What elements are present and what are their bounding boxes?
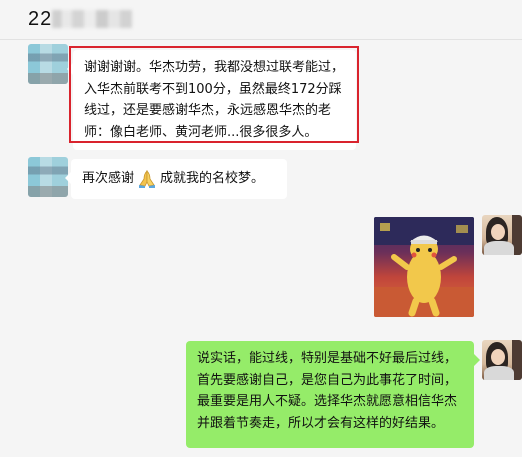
message-text-before: 再次感谢	[82, 171, 135, 186]
praying-hands-icon	[136, 169, 158, 189]
pikachu-sticker-image	[374, 217, 474, 317]
chat-title: 22	[28, 8, 53, 30]
contact-avatar[interactable]	[28, 44, 68, 84]
message-bubble[interactable]: 再次感谢 成就我的名校梦。	[65, 159, 287, 199]
message-bubble[interactable]: 谢谢谢谢。华杰功劳，我都没想过联考能过，入华杰前联考不到100分，虽然最终172…	[67, 50, 356, 150]
message-text: 说实话，能过线，特别是基础不好最后过线，首先要感谢自己，是您自己为此事花了时间，…	[197, 351, 458, 431]
message-text-after: 成就我的名校梦。	[160, 171, 265, 186]
blurred-contact-name	[52, 10, 132, 28]
message-bubble-self[interactable]: 说实话，能过线，特别是基础不好最后过线，首先要感谢自己，是您自己为此事花了时间，…	[186, 341, 480, 448]
message-text: 谢谢谢谢。华杰功劳，我都没想过联考能过，入华杰前联考不到100分，虽然最终172…	[84, 60, 345, 140]
user-avatar[interactable]	[482, 215, 522, 255]
chat-header: 22	[0, 0, 522, 40]
user-avatar[interactable]	[482, 340, 522, 380]
pikachu-sticker[interactable]	[374, 217, 474, 317]
contact-avatar[interactable]	[28, 157, 68, 197]
